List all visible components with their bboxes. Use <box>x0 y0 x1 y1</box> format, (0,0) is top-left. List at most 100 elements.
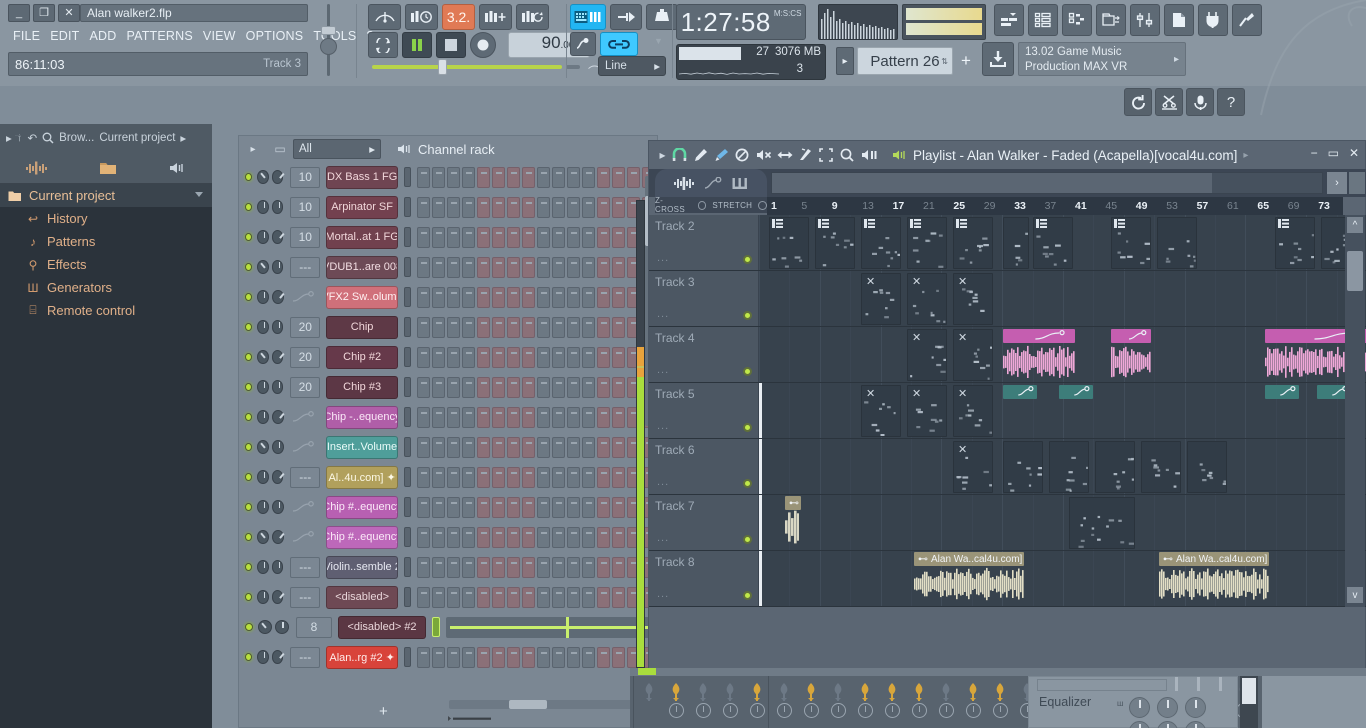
step-button[interactable] <box>432 317 445 338</box>
step-button[interactable] <box>597 317 610 338</box>
channel-mixer-target[interactable]: 10 <box>290 227 320 248</box>
step-button[interactable] <box>447 377 460 398</box>
mixer-send-knob[interactable] <box>695 682 711 702</box>
step-button[interactable] <box>432 347 445 368</box>
loop-mode-button[interactable] <box>368 32 398 58</box>
mixer-track-strip[interactable] <box>933 676 960 728</box>
channel-volume-knob[interactable] <box>272 380 284 394</box>
channel-mixer-target[interactable]: --- <box>290 587 320 608</box>
channel-name-button[interactable]: Insert..Volume <box>326 436 398 459</box>
channel-grip[interactable] <box>432 617 440 637</box>
project-info-bar[interactable]: 13.02 Game Music Production MAX VR ▸ <box>1018 42 1186 76</box>
step-button[interactable] <box>522 467 535 488</box>
mixer-send-knob[interactable] <box>641 682 657 702</box>
mixer-send-knob[interactable] <box>857 682 873 702</box>
step-button[interactable] <box>612 347 625 368</box>
step-button[interactable] <box>537 467 550 488</box>
scroll-thumb[interactable] <box>1347 251 1363 291</box>
step-button[interactable] <box>567 497 580 518</box>
track-header[interactable]: Track 5... <box>649 383 759 438</box>
draw-tool-icon[interactable] <box>693 148 714 162</box>
mixer-send-knob[interactable] <box>749 682 765 702</box>
step-button[interactable] <box>447 407 460 428</box>
step-button[interactable] <box>522 227 535 248</box>
step-button[interactable] <box>552 557 565 578</box>
stretch-toggle[interactable] <box>758 201 767 210</box>
step-button[interactable] <box>522 557 535 578</box>
eq-mid-freq-knob[interactable] <box>1157 721 1178 728</box>
step-sequencer[interactable] <box>417 467 655 488</box>
step-button[interactable] <box>432 257 445 278</box>
step-button[interactable] <box>507 347 520 368</box>
channel-enable-led[interactable] <box>245 413 252 421</box>
zcross-toggle[interactable] <box>698 201 707 210</box>
mixer-send-knob[interactable] <box>830 682 846 702</box>
step-button[interactable] <box>462 587 475 608</box>
playlist-tool-icons[interactable] <box>693 148 882 162</box>
pattern-clip[interactable]: ✕ <box>907 329 947 381</box>
channel-grip[interactable] <box>404 527 411 547</box>
channel-enable-led[interactable] <box>245 233 252 241</box>
channel-pan-knob[interactable] <box>257 320 269 334</box>
master-volume-handle[interactable] <box>321 26 336 35</box>
menu-patterns[interactable]: PATTERNS <box>121 29 197 43</box>
track-enable-led[interactable] <box>743 535 752 544</box>
snap-selector[interactable]: Line ▸ <box>598 56 666 76</box>
step-button[interactable] <box>612 437 625 458</box>
pitch-slider-handle[interactable] <box>438 59 447 75</box>
waveform-display[interactable] <box>1159 567 1269 601</box>
waveform-display[interactable] <box>1003 345 1075 379</box>
step-button[interactable] <box>597 227 610 248</box>
step-button[interactable] <box>612 377 625 398</box>
automation-clip[interactable] <box>1059 385 1093 399</box>
playlist-minimize-button[interactable]: − <box>1311 146 1318 160</box>
playlist-track[interactable]: Track 7... ⊷ <box>649 495 1366 551</box>
step-button[interactable] <box>612 197 625 218</box>
step-button[interactable] <box>522 527 535 548</box>
channel-row[interactable]: --- Al..4u.com] ✦ <box>241 462 655 492</box>
step-button[interactable] <box>477 377 490 398</box>
step-button[interactable] <box>537 167 550 188</box>
pattern-clip[interactable]: ✕ <box>953 385 993 437</box>
menu-options[interactable]: OPTIONS <box>241 29 309 43</box>
step-button[interactable] <box>522 257 535 278</box>
channel-pan-knob[interactable] <box>257 350 269 364</box>
mixer-track-strip[interactable] <box>771 676 798 728</box>
step-sequencer[interactable] <box>417 347 655 368</box>
playlist-grid[interactable]: Track 2... Track 3... ✕ ✕ ✕ Track 4... ✕ ✕ Track… <box>649 215 1366 607</box>
link-button[interactable] <box>600 32 638 56</box>
playlist-icon[interactable] <box>994 4 1024 36</box>
scroll-thumb[interactable] <box>772 173 1212 193</box>
step-button[interactable] <box>462 257 475 278</box>
step-button[interactable] <box>567 437 580 458</box>
step-button[interactable] <box>492 587 505 608</box>
channel-grip[interactable] <box>404 497 411 517</box>
select-tool-icon[interactable] <box>819 148 840 162</box>
mixer-clock-icon[interactable] <box>777 703 792 718</box>
step-button[interactable] <box>462 347 475 368</box>
channel-grip[interactable] <box>404 647 411 667</box>
pattern-selector[interactable]: ▸ Pattern 26 ⇅ + <box>836 46 976 76</box>
step-sequencer[interactable] <box>417 377 655 398</box>
step-button[interactable] <box>507 587 520 608</box>
automation-clip[interactable] <box>1003 329 1075 343</box>
playlist-track[interactable]: Track 6... ✕ <box>649 439 1366 495</box>
step-button[interactable] <box>462 407 475 428</box>
step-button[interactable] <box>477 227 490 248</box>
scroll-thumb[interactable] <box>1242 678 1256 704</box>
track-enable-led[interactable] <box>743 479 752 488</box>
countdown-display[interactable]: 3.2. <box>442 4 475 30</box>
pattern-clip[interactable] <box>907 217 947 269</box>
channel-name-button[interactable]: Chip #2 <box>326 346 398 369</box>
step-button[interactable] <box>492 407 505 428</box>
step-button[interactable] <box>522 347 535 368</box>
step-button[interactable] <box>612 557 625 578</box>
channel-link-icon[interactable] <box>291 291 320 303</box>
channel-grip[interactable] <box>404 197 411 217</box>
step-button[interactable] <box>432 227 445 248</box>
mixer-track-strip[interactable] <box>852 676 879 728</box>
mixer-send-knob[interactable] <box>668 682 684 702</box>
playlist-title-arrow[interactable]: ▸ <box>1243 150 1248 161</box>
channel-name-button[interactable]: Mortal..at 1 FG <box>326 226 398 249</box>
step-button[interactable] <box>582 527 595 548</box>
